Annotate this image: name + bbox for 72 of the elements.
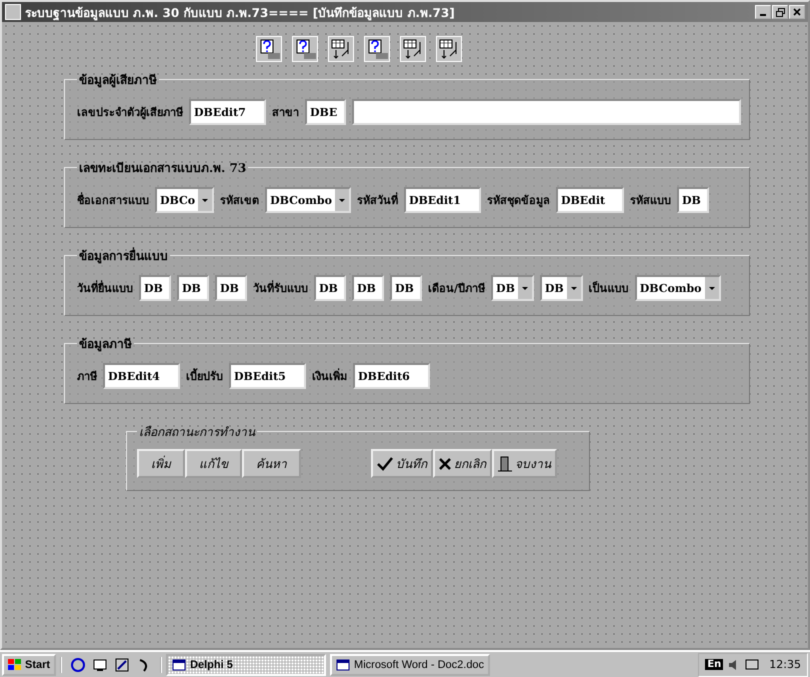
edit-field[interactable]: DB (177, 275, 209, 301)
edit-field[interactable]: DB (676, 187, 709, 213)
edit-field[interactable] (352, 99, 741, 125)
group-title: ข้อมูลภาษี (78, 336, 133, 353)
edit-field[interactable]: DB (139, 275, 171, 301)
query-component-icon[interactable] (292, 36, 318, 62)
cross-icon (439, 458, 451, 470)
group-title: ข้อมูลผู้เสียภาษี (78, 72, 158, 89)
group-title: ข้อมูลการยื่นแบบ (78, 246, 169, 265)
field-label: ชื่อเอกสารแบบ (77, 191, 149, 209)
field-label: สาขา (272, 105, 299, 121)
edit-field[interactable]: DB (390, 275, 422, 301)
edit-field[interactable]: DBEdit (556, 187, 624, 213)
field-label: รหัสชุดข้อมูล (486, 193, 550, 209)
door-icon (498, 456, 512, 472)
taskbar-button[interactable]: Microsoft Word - Doc2.doc (330, 654, 490, 676)
browser-icon[interactable] (70, 656, 86, 672)
combo-box[interactable]: DBCombo (265, 187, 351, 213)
field-label: วันที่ยื่นแบบ (77, 279, 133, 297)
table-component-icon[interactable] (400, 36, 426, 62)
table-component-icon[interactable] (436, 36, 462, 62)
field-label: รหัสแบบ (630, 193, 671, 209)
window-icon (172, 658, 186, 672)
query-component-icon[interactable] (364, 36, 390, 62)
windows-logo-icon (8, 658, 22, 670)
taskbar-button[interactable]: Delphi 5 (166, 654, 326, 676)
action-button[interactable]: เพิ่ม (137, 449, 185, 478)
minimize-button[interactable] (755, 5, 771, 19)
action-button[interactable]: ค้นหา (242, 449, 301, 478)
close-button[interactable] (789, 5, 805, 19)
check-icon (377, 456, 393, 470)
window-title: ระบบฐานข้อมูลแบบ ภ.พ. 30 กับแบบ ภ.พ.73==== [บันทึกข้อมูลแบบ ภ.พ.73] (25, 4, 456, 22)
field-label: วันที่รับแบบ (253, 279, 308, 297)
edit-field[interactable]: DB (352, 275, 384, 301)
app-icon (5, 4, 21, 20)
restore-icon (776, 8, 784, 16)
edit-field[interactable]: DBEdit1 (404, 187, 481, 213)
combo-box[interactable]: DB (491, 275, 534, 301)
restore-button[interactable] (772, 5, 788, 19)
combo-box[interactable]: DBCombo (634, 275, 721, 301)
close-icon (793, 8, 801, 16)
group-title: เลขทะเบียนเอกสารแบบภ.พ. 73 (78, 160, 248, 177)
table-component-icon[interactable] (328, 36, 354, 62)
field-label: รหัสวันที่ (356, 191, 398, 209)
edit-field[interactable]: DBEdit6 (353, 363, 430, 389)
action-button[interactable]: ยกเลิก (433, 449, 492, 478)
combo-box[interactable]: DBCo (155, 187, 214, 213)
action-button[interactable]: บันทึก (371, 449, 433, 478)
action-button[interactable]: จบงาน (492, 449, 557, 478)
group-title: เลือกสถานะการทำงาน (138, 424, 256, 441)
field-label: เบี้ยปรับ (186, 367, 223, 385)
combo-box[interactable]: DB (540, 275, 583, 301)
edit-field[interactable]: DB (314, 275, 346, 301)
action-button[interactable]: แก้ไข (185, 449, 242, 478)
query-component-icon[interactable] (256, 36, 282, 62)
field-label: ภาษี (77, 369, 97, 385)
field-label: รหัสเขต (220, 193, 260, 209)
field-label: เดือน/ปีภาษี (428, 281, 486, 297)
field-label: เลขประจำตัวผู้เสียภาษี (77, 105, 183, 121)
start-button[interactable]: Start (2, 654, 56, 676)
window-icon (336, 658, 350, 672)
edit-field[interactable]: DBEdit7 (189, 99, 266, 125)
language-indicator[interactable]: En (705, 659, 724, 670)
field-label: เป็นแบบ (588, 280, 629, 297)
edit-field[interactable]: DBEdit5 (229, 363, 306, 389)
field-label: เงินเพิ่ม (312, 367, 347, 385)
edit-field[interactable]: DB (215, 275, 247, 301)
desktop-icon[interactable] (92, 656, 108, 672)
monitor-icon[interactable] (745, 658, 760, 672)
edit-field[interactable]: DBE (305, 99, 346, 125)
clock: 12:35 (769, 658, 801, 671)
edit-field[interactable]: DBEdit4 (103, 363, 180, 389)
